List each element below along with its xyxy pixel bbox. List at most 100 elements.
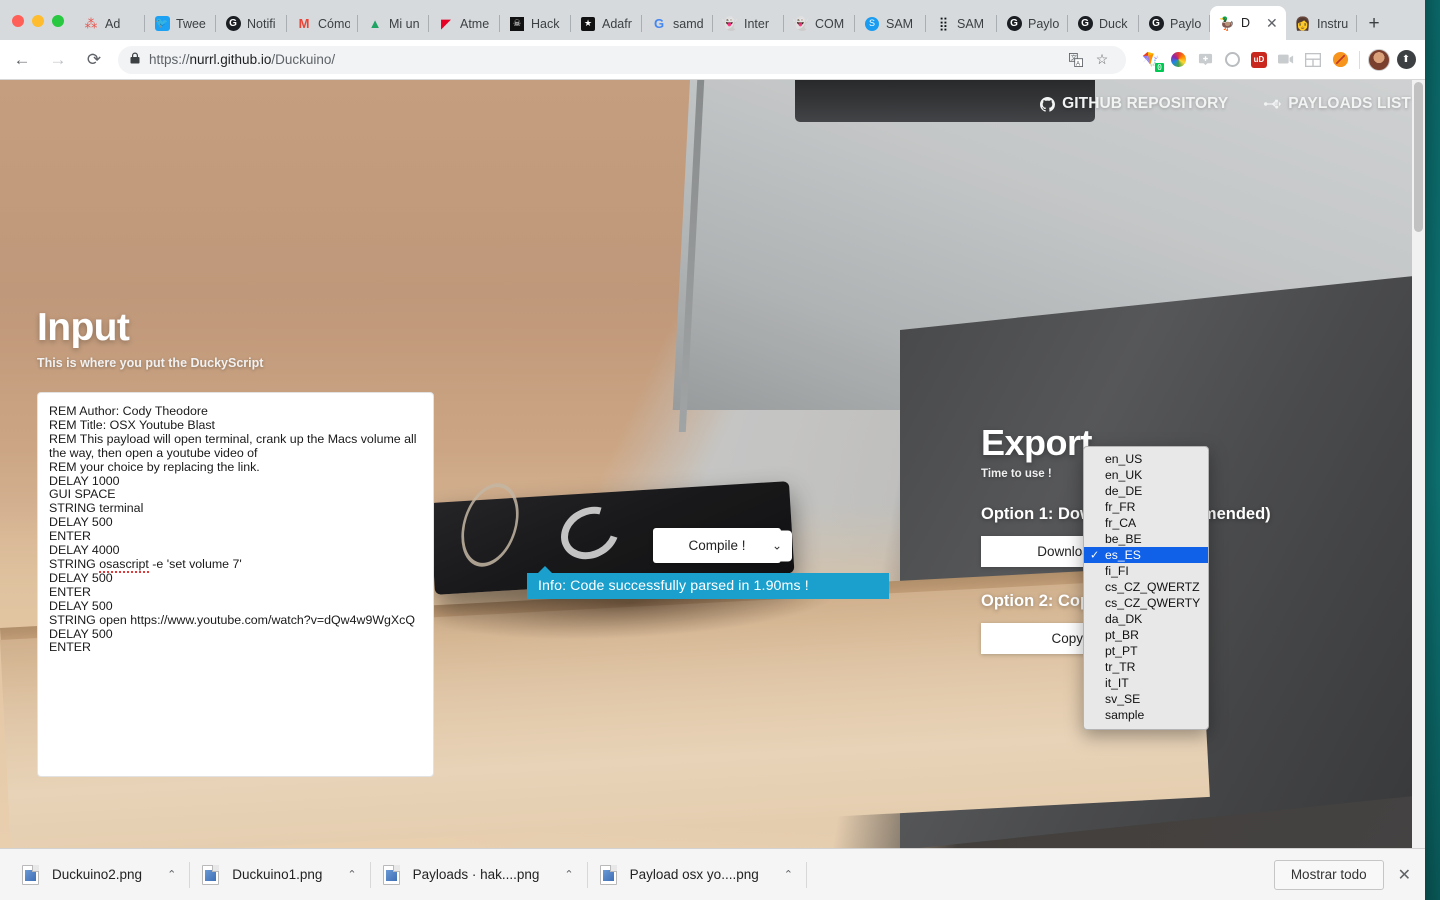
language-option-pt_BR[interactable]: pt_BR [1084,627,1208,643]
chevron-up-icon[interactable]: ⌃ [564,868,573,881]
show-all-downloads-button[interactable]: Mostrar todo [1273,859,1384,890]
video-recorder-icon[interactable] [1273,47,1299,73]
language-option-cs_CZ_QWERTZ[interactable]: cs_CZ_QWERTZ [1084,579,1208,595]
tab-list: ⁂ Ad 🐦 Twee G Notifi M Cómo ▲ Mi un ◤ At… [74,0,1425,40]
add-to-icon[interactable] [1192,47,1218,73]
language-option-fi_FI[interactable]: fi_FI [1084,563,1208,579]
color-wheel-icon[interactable] [1165,47,1191,73]
address-bar-url: https://nurrl.github.io/Duckuino/ [149,52,335,67]
payloads-list-label: PAYLOADS LIST [1288,95,1411,112]
grammarly-icon[interactable] [1219,47,1245,73]
browser-tab[interactable]: ⣿ SAM [926,7,997,40]
browser-tab[interactable]: G samd [642,7,713,40]
browser-toolbar: ← → ⟳ https://nurrl.github.io/Duckuino/ … [0,40,1425,80]
language-option-en_US[interactable]: en_US [1084,451,1208,467]
browser-tab[interactable]: ☠ Hack [500,7,571,40]
gmail-icon: M [298,16,310,31]
page-scrollbar[interactable] [1412,80,1425,850]
image-file-icon [202,864,220,885]
ublock-origin-icon[interactable]: uD [1246,47,1272,73]
browser-tab[interactable]: G Duck [1068,7,1139,40]
script-line: DELAY 500 [49,626,113,641]
browser-tab[interactable]: 👻 Inter [713,7,784,40]
tab-label: Paylo [1170,16,1202,31]
download-file-name: Duckuino1.png [232,867,323,882]
page-scrollbar-thumb[interactable] [1414,82,1423,232]
bookmark-star-icon[interactable]: ☆ [1090,48,1114,72]
language-option-fr_FR[interactable]: fr_FR [1084,499,1208,515]
chevron-down-icon[interactable]: ⌄ [762,530,792,561]
language-option-es_ES[interactable]: es_ES [1084,547,1208,563]
script-line: REM Author: Cody Theodore [49,404,208,418]
browser-tab[interactable]: G Paylo [997,7,1068,40]
tab-label: SAM [886,16,914,31]
chevron-up-icon[interactable]: ⌃ [167,868,176,881]
language-option-pt_PT[interactable]: pt_PT [1084,643,1208,659]
browser-tab[interactable]: 👩 Instru [1286,7,1357,40]
language-option-it_IT[interactable]: it_IT [1084,675,1208,691]
split-screen-icon[interactable] [1300,47,1326,73]
download-item[interactable]: Payload osx yo....png ⌃ [588,849,808,900]
browser-tab[interactable]: 👻 COM [784,7,855,40]
browser-tab[interactable]: ⁂ Ad [74,7,145,40]
dots-icon: ⁂ [84,16,98,31]
orange-slash-icon[interactable] [1327,47,1353,73]
download-item[interactable]: Payloads · hak....png ⌃ [371,849,588,900]
tab-label: Ad [105,16,121,31]
language-option-cs_CZ_QWERTY[interactable]: cs_CZ_QWERTY [1084,595,1208,611]
script-line: ENTER [49,640,91,655]
chevron-up-icon[interactable]: ⌃ [347,868,356,881]
payloads-list-link[interactable]: PAYLOADS LIST [1264,95,1411,113]
close-window-button[interactable] [12,15,24,27]
forward-button[interactable]: → [43,45,73,75]
tab-label: Notifi [247,16,276,31]
chevron-up-icon[interactable]: ⌃ [784,868,793,881]
download-item[interactable]: Duckuino2.png ⌃ [10,849,191,900]
script-line: ENTER [49,584,91,599]
window-traffic-lights [0,15,74,40]
github-repository-link[interactable]: GITHUB REPOSITORY [1040,95,1228,113]
active-browser-tab-duckuino[interactable]: 🦆 D ✕ [1210,6,1286,40]
language-option-sample[interactable]: sample [1084,707,1208,723]
avatar[interactable] [1366,47,1392,73]
extension-icons: 🪁 0 uD ⬆ [1134,47,1419,73]
close-downloads-bar-icon[interactable]: ✕ [1398,865,1411,885]
back-button[interactable]: ← [7,45,37,75]
address-bar[interactable]: https://nurrl.github.io/Duckuino/ 文A ☆ [118,45,1126,74]
translate-icon[interactable]: 文A [1064,48,1088,72]
maximize-window-button[interactable] [52,15,64,27]
browser-tab[interactable]: ▲ Mi un [358,7,429,40]
download-item[interactable]: Duckuino1.png ⌃ [190,849,371,900]
wappalyzer-icon[interactable]: 🪁 0 [1138,47,1164,73]
download-file-name: Duckuino2.png [52,867,143,882]
github-icon: G [225,16,241,32]
new-tab-button[interactable]: + [1357,7,1391,40]
tab-label: Adafr [602,16,632,31]
tab-label: Twee [176,16,206,31]
compile-button[interactable]: Compile ! ⌄ [653,528,792,563]
browser-tab[interactable]: G Paylo [1139,7,1210,40]
tab-label: Duck [1099,16,1128,31]
browser-tab[interactable]: 🐦 Twee [145,7,216,40]
person-icon: 👩 [1295,16,1311,31]
browser-tab[interactable]: M Cómo [287,7,358,40]
status-message-text: Info: Code successfully parsed in 1.90ms… [538,578,809,594]
language-option-da_DK[interactable]: da_DK [1084,611,1208,627]
duckyscript-textarea[interactable]: REM Author: Cody Theodore REM Title: OSX … [37,392,434,777]
browser-tab[interactable]: G Notifi [216,7,287,40]
language-select-dropdown[interactable]: en_USen_UKde_DEfr_FRfr_CAbe_BEes_ESfi_FI… [1083,446,1209,730]
browser-tab[interactable]: ◤ Atme [429,7,500,40]
reload-button[interactable]: ⟳ [79,45,109,75]
close-tab-icon[interactable]: ✕ [1266,16,1278,30]
language-option-de_DE[interactable]: de_DE [1084,483,1208,499]
language-option-sv_SE[interactable]: sv_SE [1084,691,1208,707]
language-option-en_UK[interactable]: en_UK [1084,467,1208,483]
language-option-be_BE[interactable]: be_BE [1084,531,1208,547]
browser-tab[interactable]: S SAM [855,7,926,40]
minimize-window-button[interactable] [32,15,44,27]
language-option-fr_CA[interactable]: fr_CA [1084,515,1208,531]
url-scheme: https:// [149,52,190,67]
language-option-tr_TR[interactable]: tr_TR [1084,659,1208,675]
update-arrow-icon[interactable]: ⬆ [1393,47,1419,73]
browser-tab[interactable]: ★ Adafr [571,7,642,40]
